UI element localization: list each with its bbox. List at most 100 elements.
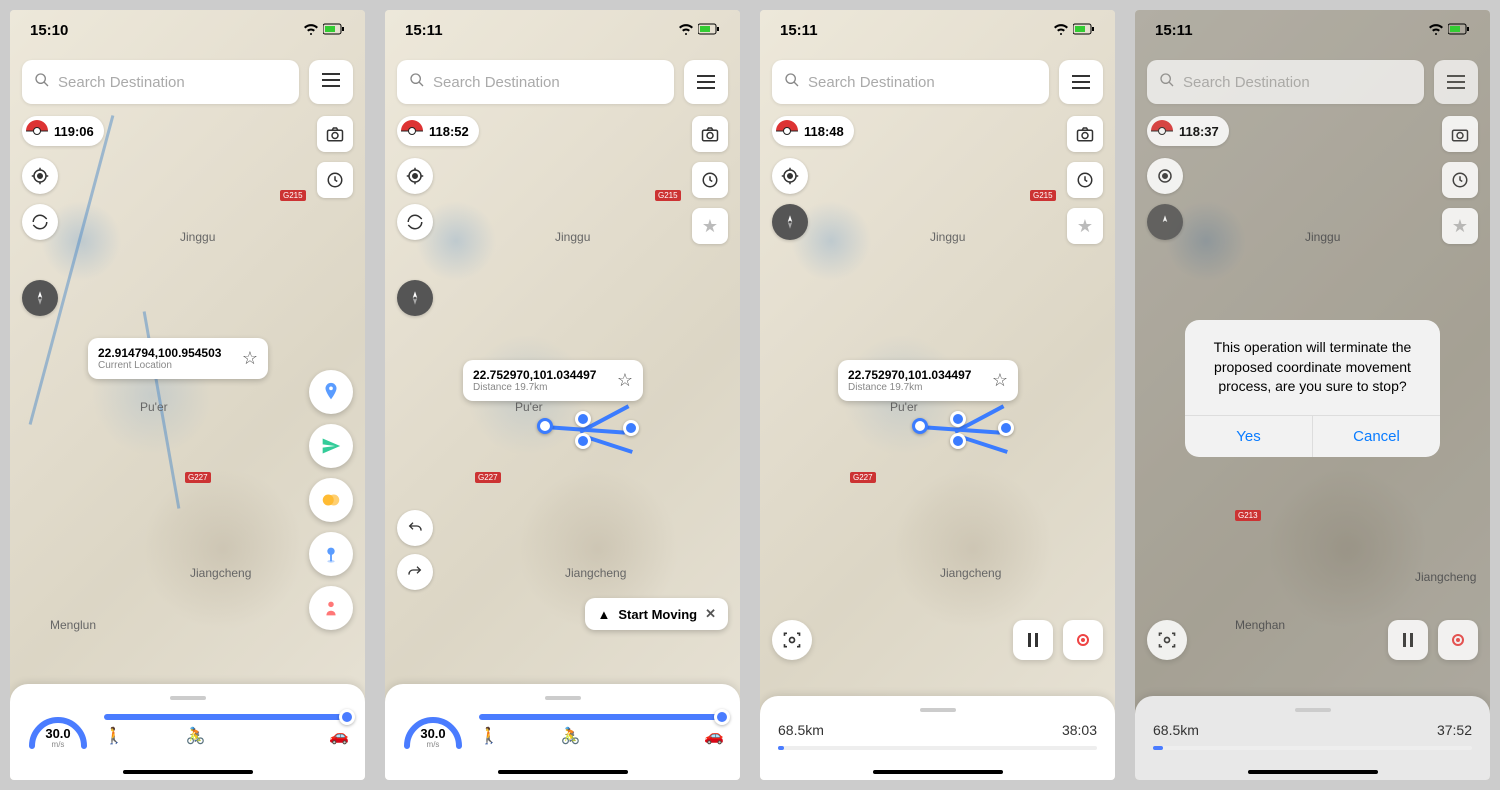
road-badge: G227 (185, 472, 211, 483)
drag-handle (1295, 708, 1331, 712)
home-indicator[interactable] (123, 770, 253, 774)
cooldown-value: 118:37 (1179, 124, 1219, 139)
pokeball-icon (1151, 120, 1173, 142)
search-input[interactable] (808, 74, 1037, 91)
start-moving-label: Start Moving (618, 607, 697, 622)
favorite-toggle[interactable]: ★ (692, 208, 728, 244)
pause-button (1388, 620, 1428, 660)
search-icon (34, 72, 50, 93)
drag-handle[interactable] (170, 696, 206, 700)
pokeball-icon (776, 120, 798, 142)
screen-1: Jinggu Pu'er Jiangcheng Menglun G215 G22… (10, 10, 365, 780)
slider-thumb[interactable] (714, 709, 730, 725)
car-icon[interactable]: 🚗 (329, 726, 349, 746)
refresh-button[interactable] (22, 204, 58, 240)
locate-button[interactable] (772, 158, 808, 194)
map-label-jinggu: Jinggu (1305, 230, 1340, 244)
compass-button (1147, 204, 1183, 240)
map-label-jinggu: Jinggu (555, 230, 590, 244)
favorite-button[interactable]: ☆ (242, 348, 258, 369)
search-box[interactable] (772, 60, 1049, 104)
menu-button (1434, 60, 1478, 104)
status-bar: 15:10 (10, 10, 365, 50)
modal-cancel-button[interactable]: Cancel (1313, 416, 1440, 457)
camera-button[interactable] (692, 116, 728, 152)
map-label-menglian: Menglun (50, 618, 96, 632)
speed-panel: 30.0 m/s 🚶 🚴 🚗 (10, 684, 365, 780)
favorite-button[interactable]: ☆ (992, 370, 1008, 391)
favorite-button[interactable]: ☆ (617, 370, 633, 391)
compass-button[interactable] (397, 280, 433, 316)
road-badge: G215 (280, 190, 306, 201)
status-time: 15:11 (780, 22, 818, 39)
scan-button[interactable] (772, 620, 812, 660)
favorite-toggle[interactable]: ★ (1067, 208, 1103, 244)
walk-icon[interactable]: 🚶 (104, 726, 124, 746)
search-box (1147, 60, 1424, 104)
map-label-menghai: Menghan (1235, 618, 1285, 632)
compass-button[interactable] (22, 280, 58, 316)
menu-button[interactable] (309, 60, 353, 104)
stop-record-button[interactable] (1063, 620, 1103, 660)
screen-3: Jinggu Pu'er Jiangcheng G215 G227 15:11 … (760, 10, 1115, 780)
pause-button[interactable] (1013, 620, 1053, 660)
search-box[interactable] (22, 60, 299, 104)
road-badge: G215 (655, 190, 681, 201)
redo-button[interactable] (397, 554, 433, 590)
fab-route-button[interactable] (309, 370, 353, 414)
close-icon[interactable]: ✕ (705, 606, 716, 622)
drag-handle[interactable] (920, 708, 956, 712)
modal-message: This operation will terminate the propos… (1185, 320, 1440, 415)
search-box[interactable] (397, 60, 674, 104)
home-indicator[interactable] (498, 770, 628, 774)
wifi-icon (1053, 22, 1069, 39)
history-button[interactable] (1067, 162, 1103, 198)
map-label-puer: Pu'er (515, 400, 543, 414)
fab-pin-button[interactable] (309, 532, 353, 576)
menu-button[interactable] (684, 60, 728, 104)
modal-yes-button[interactable]: Yes (1185, 416, 1313, 457)
progress-fill (778, 746, 784, 750)
progress-panel: 68.5km 37:52 (1135, 696, 1490, 780)
cooldown-chip[interactable]: 119:06 (22, 116, 104, 146)
location-card[interactable]: 22.914794,100.954503 Current Location ☆ (88, 338, 268, 379)
menu-button[interactable] (1059, 60, 1103, 104)
bike-icon[interactable]: 🚴 (561, 726, 581, 746)
walk-icon[interactable]: 🚶 (479, 726, 499, 746)
undo-button[interactable] (397, 510, 433, 546)
location-card[interactable]: 22.752970,101.034497 Distance 19.7km ☆ (838, 360, 1018, 401)
search-input[interactable] (433, 74, 662, 91)
wifi-icon (303, 22, 319, 39)
progress-track (1153, 746, 1472, 750)
compass-button[interactable] (772, 204, 808, 240)
fab-coins-button[interactable] (309, 478, 353, 522)
search-input[interactable] (58, 74, 287, 91)
bike-icon[interactable]: 🚴 (186, 726, 206, 746)
road-badge: G227 (475, 472, 501, 483)
cooldown-value: 118:52 (429, 124, 469, 139)
car-icon[interactable]: 🚗 (704, 726, 724, 746)
start-moving-pill[interactable]: ▲ Start Moving ✕ (585, 598, 728, 630)
history-button[interactable] (692, 162, 728, 198)
map-label-jinggu: Jinggu (930, 230, 965, 244)
cooldown-chip[interactable]: 118:52 (397, 116, 479, 146)
home-indicator[interactable] (873, 770, 1003, 774)
speed-slider[interactable] (104, 714, 349, 720)
location-card[interactable]: 22.752970,101.034497 Distance 19.7km ☆ (463, 360, 643, 401)
cooldown-chip[interactable]: 118:48 (772, 116, 854, 146)
speed-slider[interactable] (479, 714, 724, 720)
camera-button[interactable] (317, 116, 353, 152)
locate-button[interactable] (22, 158, 58, 194)
speed-gauge: 30.0 m/s (401, 710, 465, 750)
wifi-icon (1428, 22, 1444, 39)
history-button[interactable] (317, 162, 353, 198)
refresh-button[interactable] (397, 204, 433, 240)
map-label-jiangcheng: Jiangcheng (1415, 570, 1476, 584)
locate-button[interactable] (397, 158, 433, 194)
drag-handle[interactable] (545, 696, 581, 700)
fab-send-button[interactable] (309, 424, 353, 468)
map-label-jiangcheng: Jiangcheng (940, 566, 1001, 580)
fab-person-button[interactable] (309, 586, 353, 630)
camera-button[interactable] (1067, 116, 1103, 152)
slider-thumb[interactable] (339, 709, 355, 725)
